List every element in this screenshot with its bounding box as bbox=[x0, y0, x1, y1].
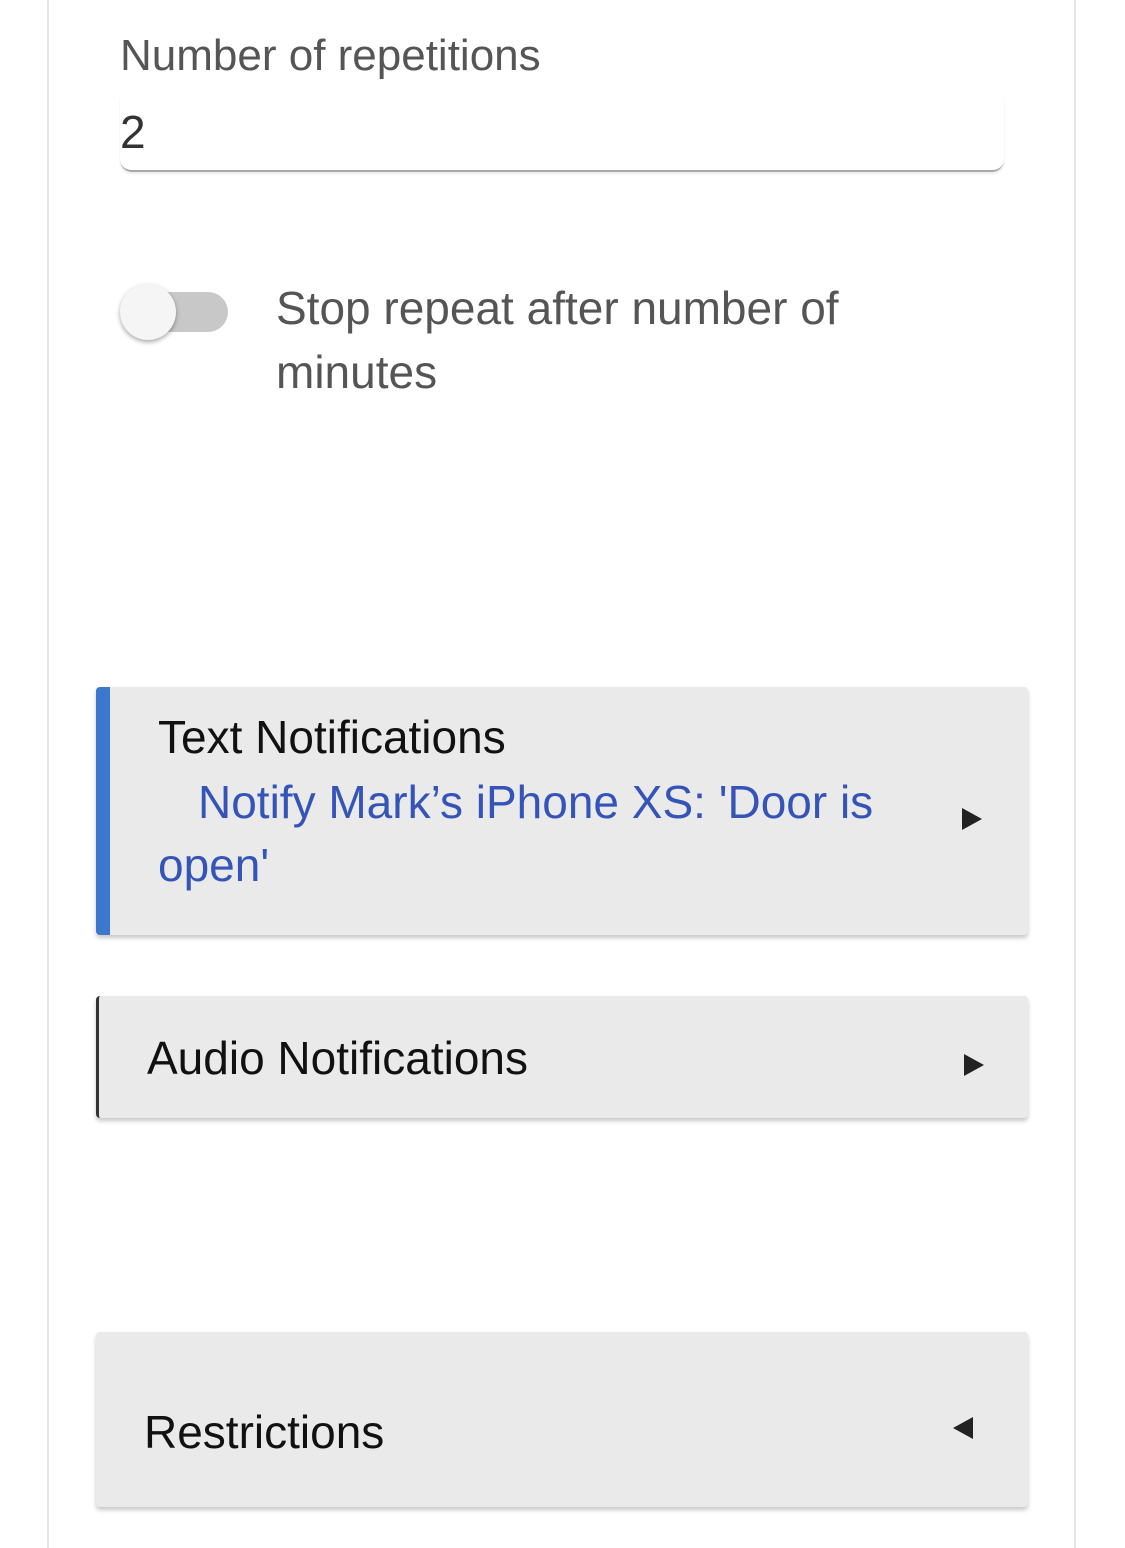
triangle-left-icon bbox=[953, 1417, 973, 1439]
repetitions-input[interactable]: 2 bbox=[120, 88, 1004, 172]
triangle-right-icon bbox=[962, 808, 982, 830]
audio-notifications-section[interactable]: Audio Notifications bbox=[96, 996, 1028, 1118]
repetitions-label: Number of repetitions bbox=[120, 31, 541, 80]
text-notifications-section[interactable]: Text Notifications Notify Mark’s iPhone … bbox=[96, 687, 1028, 935]
restrictions-title: Restrictions bbox=[144, 1406, 385, 1458]
text-notification-summary-link[interactable]: Notify Mark’s iPhone XS: 'Door is open' bbox=[158, 771, 918, 897]
triangle-right-icon bbox=[964, 1054, 984, 1076]
text-notifications-title: Text Notifications bbox=[158, 711, 506, 763]
restrictions-section[interactable]: Restrictions bbox=[96, 1332, 1028, 1507]
audio-notifications-title: Audio Notifications bbox=[147, 1032, 528, 1084]
stop-repeat-toggle[interactable] bbox=[120, 284, 230, 340]
repetitions-value: 2 bbox=[120, 106, 146, 158]
stop-repeat-label: Stop repeat after number of minutes bbox=[276, 282, 839, 398]
toggle-knob bbox=[120, 284, 176, 340]
app-page: Number of repetitions 2 Stop repeat afte… bbox=[0, 0, 1125, 1548]
